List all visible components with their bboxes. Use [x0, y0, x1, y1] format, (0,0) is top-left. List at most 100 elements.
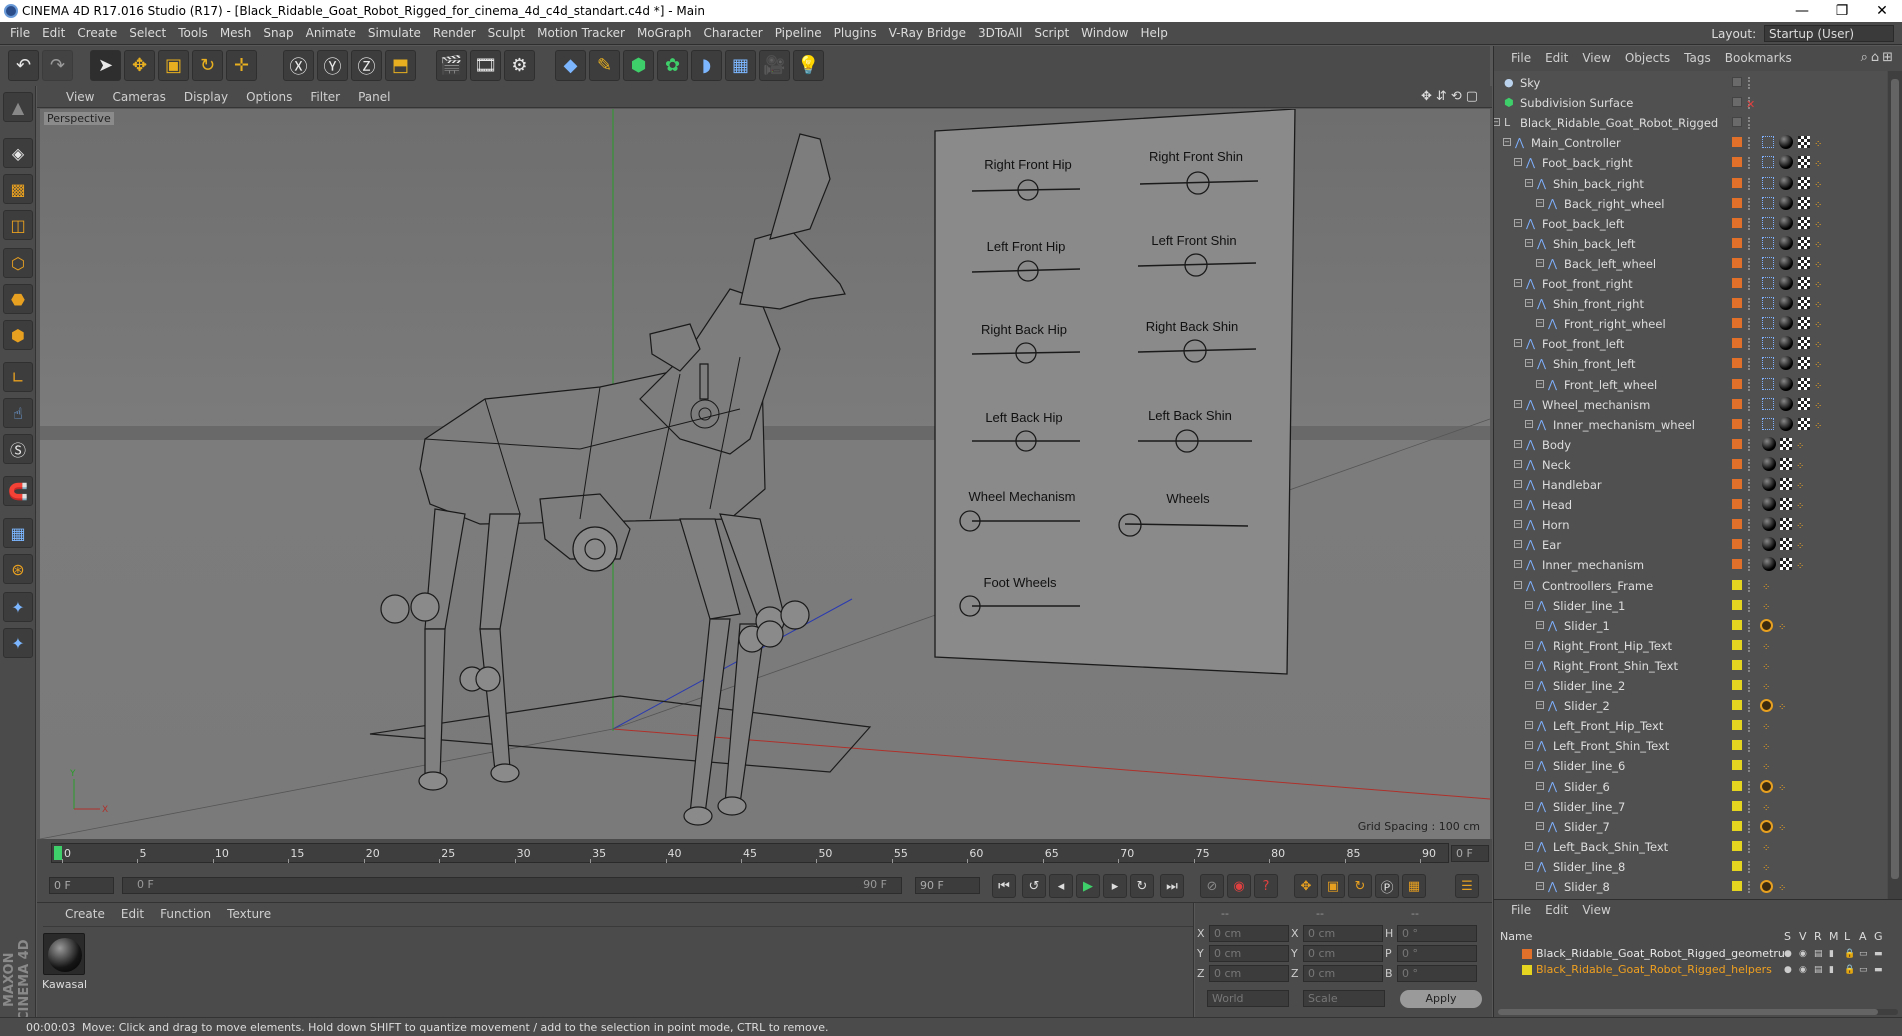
material-tag-icon[interactable] — [1762, 436, 1776, 451]
texture-tag-icon[interactable] — [1798, 377, 1810, 390]
object-name[interactable]: Ear — [1542, 535, 1561, 555]
layout-selector[interactable]: Layout: Startup (User) — [1711, 25, 1894, 43]
expand-toggle-icon[interactable]: − — [1525, 178, 1533, 187]
layer-flag-icon[interactable]: ▤ — [1814, 946, 1823, 962]
menu-pipeline[interactable]: Pipeline — [769, 22, 828, 45]
constraint-tag-icon[interactable]: ⁘ — [1814, 296, 1822, 316]
constraint-tag-icon[interactable]: ⁘ — [1762, 758, 1770, 778]
material-menu-texture[interactable]: Texture — [219, 903, 279, 925]
cube-primitive-icon[interactable]: ◆ — [555, 50, 586, 81]
object-name[interactable]: Left_Front_Shin_Text — [1553, 736, 1669, 756]
layer-color-swatch[interactable] — [1732, 257, 1742, 268]
layer-color-swatch[interactable] — [1732, 559, 1742, 570]
workplane-mode-icon[interactable]: ◫ — [3, 210, 33, 240]
texture-tag-icon[interactable] — [1798, 317, 1810, 330]
object-row[interactable]: − ⋀ Slider_8 ⁘ — [1494, 877, 1887, 897]
make-editable-icon[interactable]: ▲ — [3, 92, 33, 122]
texture-tag-icon[interactable] — [1798, 397, 1810, 410]
auto-keyframe-icon[interactable]: ◉ — [1227, 874, 1251, 898]
expand-toggle-icon[interactable]: − — [1525, 299, 1533, 308]
visibility-dots-icon[interactable] — [1748, 358, 1754, 371]
layer-color-swatch[interactable] — [1732, 298, 1742, 309]
object-row[interactable]: − ⋀ Slider_line_8 ⁘ — [1494, 857, 1887, 877]
layer-flag-icon[interactable]: ● — [1784, 946, 1792, 962]
expand-toggle-icon[interactable]: − — [1536, 620, 1544, 629]
layer-color-swatch[interactable] — [1732, 438, 1742, 449]
coord-size-field[interactable]: 0 cm — [1303, 925, 1383, 942]
object-name[interactable]: Slider_line_1 — [1553, 596, 1625, 616]
texture-tag-icon[interactable] — [1798, 136, 1810, 149]
3d-viewport[interactable]: Right Front Hip Right Front Shin Left Fr… — [40, 109, 1490, 839]
layer-flag-icon[interactable]: ◉ — [1799, 962, 1807, 978]
menu-mesh[interactable]: Mesh — [214, 22, 258, 45]
object-row[interactable]: − ⋀ Inner_mechanism ⁘ — [1494, 555, 1887, 575]
visibility-dots-icon[interactable] — [1748, 539, 1754, 552]
coord-position-field[interactable]: 0 cm — [1209, 925, 1289, 942]
visibility-dots-icon[interactable] — [1748, 840, 1754, 853]
ik-tag-icon[interactable] — [1762, 216, 1774, 229]
texture-tag-icon[interactable] — [1798, 297, 1810, 310]
visibility-dots-icon[interactable] — [1748, 157, 1754, 170]
visibility-dots-icon[interactable] — [1748, 860, 1754, 873]
object-name[interactable]: Inner_mechanism_wheel — [1553, 415, 1695, 435]
constraint-tag-icon[interactable]: ⁘ — [1762, 839, 1770, 859]
ik-tag-icon[interactable] — [1762, 176, 1774, 189]
constraint-tag-icon[interactable]: ⁘ — [1762, 578, 1770, 598]
object-row[interactable]: − ⋀ Shin_back_left ⁘ — [1494, 234, 1887, 254]
texture-tag-icon[interactable] — [1798, 357, 1810, 370]
material-tag-icon[interactable] — [1762, 517, 1776, 532]
expand-toggle-icon[interactable]: − — [1525, 660, 1533, 669]
viewport-menu-filter[interactable]: Filter — [301, 86, 349, 108]
expand-toggle-icon[interactable]: − — [1514, 580, 1522, 589]
constraint-tag-icon[interactable]: ⁘ — [1796, 537, 1804, 557]
constraint-tag-icon[interactable]: ⁘ — [1762, 718, 1770, 738]
visibility-dots-icon[interactable] — [1748, 257, 1754, 270]
object-row[interactable]: − ⋀ Head ⁘ — [1494, 495, 1887, 515]
next-key-icon[interactable]: ↻ — [1130, 874, 1154, 898]
viewport-menu-cameras[interactable]: Cameras — [103, 86, 174, 108]
visibility-dots-icon[interactable] — [1748, 740, 1754, 753]
ik-tag-icon[interactable] — [1762, 196, 1774, 209]
material-menu-edit[interactable]: Edit — [113, 903, 152, 925]
object-row[interactable]: − ⋀ Slider_1 ⁘ — [1494, 616, 1887, 636]
layer-color-swatch[interactable] — [1732, 97, 1742, 108]
object-row[interactable]: ⬢ Subdivision Surface ✕ — [1494, 93, 1887, 113]
expand-toggle-icon[interactable]: − — [1525, 600, 1533, 609]
visibility-dots-icon[interactable] — [1748, 479, 1754, 491]
object-row[interactable]: − ⋀ Slider_line_7 ⁘ — [1494, 797, 1887, 817]
object-name[interactable]: Slider_7 — [1564, 817, 1610, 837]
expand-toggle-icon[interactable]: − — [1525, 681, 1533, 689]
ik-tag-icon[interactable] — [1762, 317, 1774, 330]
viewport-menu-display[interactable]: Display — [175, 86, 237, 108]
visibility-dots-icon[interactable] — [1748, 720, 1754, 733]
layer-flag-icon[interactable]: ▤ — [1814, 962, 1823, 978]
material-tag-icon[interactable] — [1762, 456, 1776, 471]
visibility-dots-icon[interactable] — [1748, 800, 1754, 813]
constraint-tag-icon[interactable]: ⁘ — [1762, 799, 1770, 819]
edges-mode-icon[interactable]: ⬣ — [3, 284, 33, 314]
ik-tag-icon[interactable] — [1762, 377, 1774, 390]
subdivision-nurbs-icon[interactable]: ⬢ — [623, 50, 654, 81]
playhead[interactable] — [54, 846, 62, 860]
object-name[interactable]: Foot_back_right — [1542, 153, 1633, 173]
expand-toggle-icon[interactable]: − — [1536, 258, 1544, 267]
protection-tag-icon[interactable] — [1760, 699, 1773, 713]
layer-color-swatch[interactable] — [1732, 197, 1742, 208]
texture-mode-icon[interactable]: ▩ — [3, 174, 33, 204]
expand-toggle-icon[interactable]: − — [1514, 459, 1522, 468]
layer-flag-icon[interactable]: 🔒 — [1844, 946, 1855, 962]
object-name[interactable]: Inner_mechanism — [1542, 555, 1644, 575]
constraint-tag-icon[interactable]: ⁘ — [1762, 738, 1770, 758]
layer-color-swatch[interactable] — [1732, 278, 1742, 288]
expand-toggle-icon[interactable]: − — [1514, 520, 1522, 529]
expand-toggle-icon[interactable]: − — [1525, 861, 1533, 870]
object-row[interactable]: − ⋀ Slider_line_1 ⁘ — [1494, 596, 1887, 616]
ik-tag-icon[interactable] — [1762, 297, 1774, 310]
menu-sculpt[interactable]: Sculpt — [482, 22, 531, 45]
ik-tag-icon[interactable] — [1762, 417, 1774, 430]
object-row[interactable]: − ⋀ Foot_front_right ⁘ — [1494, 274, 1887, 294]
layer-color-swatch[interactable] — [1732, 418, 1742, 429]
expand-toggle-icon[interactable]: − — [1525, 419, 1533, 428]
layer-flag-icon[interactable]: ● — [1784, 962, 1792, 978]
constraint-tag-icon[interactable]: ⁘ — [1814, 236, 1822, 256]
